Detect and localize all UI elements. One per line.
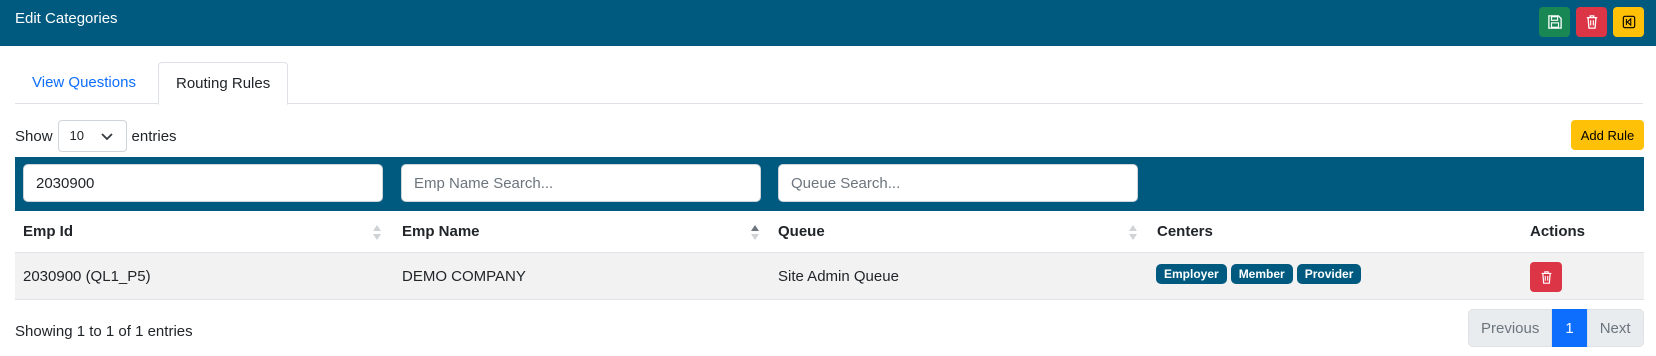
sort-ascending-icon[interactable] bbox=[750, 224, 760, 241]
delete-rule-button[interactable] bbox=[1530, 262, 1562, 292]
page-title: Edit Categories bbox=[15, 10, 118, 27]
back-icon bbox=[1622, 15, 1635, 29]
sort-icon[interactable] bbox=[1128, 224, 1138, 241]
show-label: Show bbox=[15, 127, 53, 145]
table-row: 2030900 (QL1_P5) DEMO COMPANY Site Admin… bbox=[15, 253, 1644, 300]
entries-label: entries bbox=[131, 127, 177, 145]
pagination-page-1[interactable]: 1 bbox=[1552, 309, 1587, 347]
trash-icon bbox=[1586, 15, 1597, 29]
tab-bar: View Questions Routing Rules bbox=[15, 62, 1643, 105]
column-header-actions: Actions bbox=[1530, 223, 1586, 240]
center-badge-member: Member bbox=[1230, 264, 1293, 284]
trash-icon bbox=[1541, 270, 1551, 284]
sort-icon[interactable] bbox=[372, 224, 382, 241]
emp-name-search-input[interactable] bbox=[401, 164, 761, 202]
pagination-previous[interactable]: Previous bbox=[1468, 309, 1553, 347]
entries-length-control: Show 10 entries bbox=[15, 120, 177, 152]
tab-routing-rules[interactable]: Routing Rules bbox=[158, 62, 289, 105]
table-info: Showing 1 to 1 of 1 entries bbox=[15, 323, 193, 340]
cell-queue: Site Admin Queue bbox=[778, 268, 899, 285]
back-button[interactable] bbox=[1613, 7, 1644, 37]
top-bar: Edit Categories bbox=[0, 0, 1656, 46]
chevron-down-icon bbox=[100, 133, 113, 141]
cell-emp-name: DEMO COMPANY bbox=[402, 268, 526, 285]
entries-select[interactable]: 10 bbox=[57, 120, 127, 152]
delete-button[interactable] bbox=[1576, 7, 1607, 37]
pagination: Previous 1 Next bbox=[1468, 309, 1644, 347]
column-search-bar bbox=[15, 157, 1644, 211]
queue-search-input[interactable] bbox=[778, 164, 1138, 202]
pagination-next[interactable]: Next bbox=[1586, 309, 1644, 347]
emp-id-search-input[interactable] bbox=[23, 164, 383, 202]
center-badge-provider: Provider bbox=[1296, 264, 1362, 284]
add-rule-button[interactable]: Add Rule bbox=[1571, 120, 1644, 150]
save-button[interactable] bbox=[1539, 7, 1570, 37]
floppy-icon bbox=[1547, 15, 1562, 29]
table-header: Emp Id Emp Name Queue Centers Actions bbox=[15, 211, 1644, 253]
cell-emp-id: 2030900 (QL1_P5) bbox=[23, 268, 151, 285]
column-header-emp-name[interactable]: Emp Name bbox=[402, 211, 480, 253]
column-header-centers: Centers bbox=[1157, 223, 1213, 240]
column-header-emp-id[interactable]: Emp Id bbox=[23, 211, 73, 253]
column-header-queue[interactable]: Queue bbox=[778, 211, 825, 253]
cell-centers: Employer Member Provider bbox=[1156, 264, 1362, 284]
entries-select-value: 10 bbox=[69, 128, 84, 143]
center-badge-employer: Employer bbox=[1156, 264, 1227, 284]
tab-view-questions[interactable]: View Questions bbox=[15, 62, 153, 104]
